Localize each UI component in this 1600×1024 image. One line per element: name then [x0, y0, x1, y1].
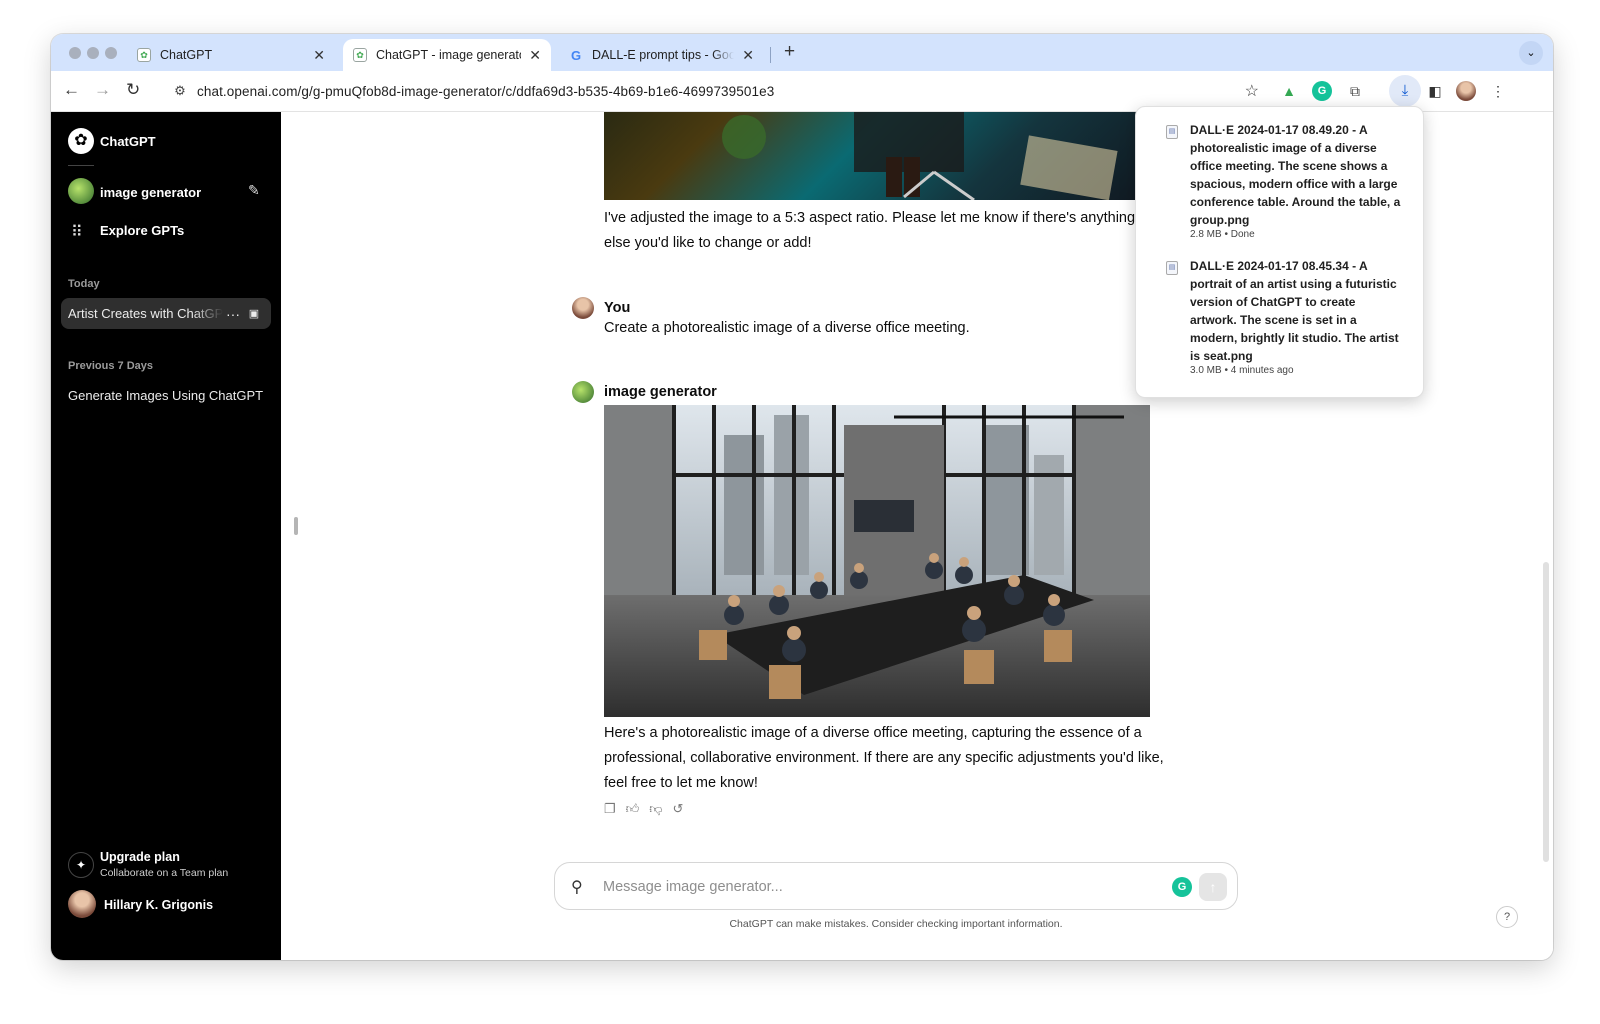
- copy-icon[interactable]: ❐: [604, 801, 616, 817]
- chatgpt-logo-icon[interactable]: ✿: [68, 128, 94, 154]
- thumbs-down-icon[interactable]: 👎︎: [649, 801, 662, 817]
- assistant-role-name: image generator: [604, 384, 717, 400]
- downloads-panel: ▤ DALL·E 2024-01-17 08.49.20 - A photore…: [1135, 106, 1424, 398]
- upgrade-plan-button[interactable]: Upgrade plan: [100, 850, 180, 864]
- office-meeting-illustration: [604, 405, 1150, 717]
- bookmark-star-icon[interactable]: ☆: [1245, 81, 1259, 101]
- user-avatar: [572, 297, 594, 319]
- url-text: chat.openai.com/g/g-pmuQfob8d-image-gene…: [197, 83, 775, 99]
- brand-name[interactable]: ChatGPT: [100, 134, 156, 149]
- disclaimer: ChatGPT can make mistakes. Consider chec…: [729, 918, 1063, 930]
- tab-dalle-prompt-tips[interactable]: G DALL-E prompt tips - Google ✕: [559, 39, 764, 71]
- generated-image-office-meeting[interactable]: [604, 405, 1150, 717]
- tab-title: DALL-E prompt tips - Google: [592, 48, 735, 62]
- sparkle-icon[interactable]: ✦: [68, 852, 94, 878]
- tab-strip: ✿ ChatGPT ✕ ✿ ChatGPT - image generator …: [51, 34, 1553, 71]
- new-tab-button[interactable]: +: [784, 41, 795, 63]
- conversation-item[interactable]: Generate Images Using ChatGPT: [61, 380, 271, 411]
- file-icon: ▤: [1166, 261, 1178, 275]
- extensions-puzzle-icon[interactable]: ⧉: [1345, 81, 1365, 101]
- send-button[interactable]: ↑: [1199, 873, 1227, 901]
- message-actions: ❐ 👍︎ 👎︎ ↺: [604, 801, 683, 817]
- tab-separator: [770, 47, 771, 63]
- close-tab-icon[interactable]: ✕: [742, 47, 754, 64]
- tab-title: ChatGPT: [160, 48, 213, 62]
- side-panel-icon[interactable]: ◧: [1425, 81, 1445, 101]
- conversation-title: Generate Images Using ChatGPT: [68, 388, 264, 403]
- site-settings-icon[interactable]: ⚙: [167, 83, 193, 99]
- user-avatar[interactable]: [68, 890, 96, 918]
- sidebar-item-image-generator[interactable]: image generator: [100, 185, 201, 200]
- google-icon: G: [570, 47, 582, 63]
- thumbs-up-icon[interactable]: 👍︎: [626, 801, 640, 817]
- generated-image-previous[interactable]: [604, 112, 1149, 202]
- reload-icon[interactable]: ↻: [126, 80, 140, 100]
- sidebar-item-explore-gpts[interactable]: Explore GPTs: [100, 223, 184, 238]
- close-tab-icon[interactable]: ✕: [529, 47, 541, 64]
- more-options-icon[interactable]: ···: [223, 306, 243, 322]
- chatgpt-icon: ✿: [137, 48, 151, 62]
- sidebar-divider: [68, 165, 94, 166]
- back-arrow-icon[interactable]: ←: [63, 80, 80, 100]
- upgrade-subtitle: Collaborate on a Team plan: [100, 867, 229, 879]
- download-filename: DALL·E 2024-01-17 08.49.20 - A photoreal…: [1190, 123, 1401, 227]
- conversation-item[interactable]: Artist Creates with ChatGPT ··· ▣: [61, 298, 271, 329]
- assistant-message-text: I've adjusted the image to a 5:3 aspect …: [604, 210, 1136, 251]
- help-button[interactable]: ?: [1496, 906, 1518, 928]
- archive-icon[interactable]: ▣: [243, 307, 265, 320]
- download-status: 2.8 MB • Done: [1190, 229, 1255, 240]
- close-tab-icon[interactable]: ✕: [313, 47, 325, 64]
- section-label-today: Today: [68, 278, 100, 290]
- profile-avatar-icon[interactable]: [1456, 81, 1476, 101]
- download-status: 3.0 MB • 4 minutes ago: [1190, 365, 1294, 376]
- scrollbar-thumb[interactable]: [1543, 562, 1549, 862]
- tab-chatgpt-image-generator[interactable]: ✿ ChatGPT - image generator ✕: [343, 39, 551, 71]
- grid-icon: ⠿: [71, 224, 83, 241]
- google-drive-icon[interactable]: ▲: [1279, 81, 1299, 101]
- tab-chatgpt[interactable]: ✿ ChatGPT ✕: [127, 39, 335, 71]
- user-message-text: Create a photorealistic image of a diver…: [604, 320, 970, 336]
- message-composer: ⚲ G ↑: [554, 862, 1238, 910]
- file-icon: ▤: [1166, 125, 1178, 139]
- user-name[interactable]: Hillary K. Grigonis: [104, 898, 213, 912]
- tab-search-chevron-icon[interactable]: ⌄: [1519, 41, 1543, 65]
- office-desk-scene-illustration: [722, 112, 1118, 202]
- download-filename: DALL·E 2024-01-17 08.45.34 - A portrait …: [1190, 259, 1399, 363]
- address-bar[interactable]: ⚙ chat.openai.com/g/g-pmuQfob8d-image-ge…: [159, 75, 1271, 107]
- grammarly-icon[interactable]: G: [1312, 81, 1332, 101]
- message-input[interactable]: [603, 875, 1163, 899]
- assistant-message-text: Here's a photorealistic image of a diver…: [604, 725, 1164, 791]
- regenerate-icon[interactable]: ↺: [672, 801, 683, 817]
- chatgpt-icon: ✿: [353, 48, 367, 62]
- grammarly-icon[interactable]: G: [1172, 877, 1192, 897]
- user-role-name: You: [604, 300, 631, 316]
- download-icon[interactable]: ⤓: [1389, 75, 1421, 107]
- forward-arrow-icon[interactable]: →: [94, 80, 111, 100]
- tab-title: ChatGPT - image generator: [376, 48, 522, 62]
- gpt-avatar: [572, 381, 594, 403]
- new-chat-edit-icon[interactable]: ✎: [248, 182, 260, 199]
- close-window-button[interactable]: [69, 47, 81, 59]
- browser-window: ✿ ChatGPT ✕ ✿ ChatGPT - image generator …: [51, 34, 1553, 960]
- sidebar-resize-handle[interactable]: [294, 517, 298, 535]
- zoom-window-button[interactable]: [105, 47, 117, 59]
- sidebar: ✿ ChatGPT image generator ✎ ⠿ Explore GP…: [51, 112, 281, 960]
- minimize-window-button[interactable]: [87, 47, 99, 59]
- section-label-previous-7-days: Previous 7 Days: [68, 360, 153, 372]
- conversation-title: Artist Creates with ChatGPT: [68, 306, 223, 321]
- more-menu-icon[interactable]: ⋮: [1488, 81, 1508, 101]
- attach-paperclip-icon[interactable]: ⚲: [571, 877, 583, 897]
- gpt-avatar[interactable]: [68, 178, 94, 204]
